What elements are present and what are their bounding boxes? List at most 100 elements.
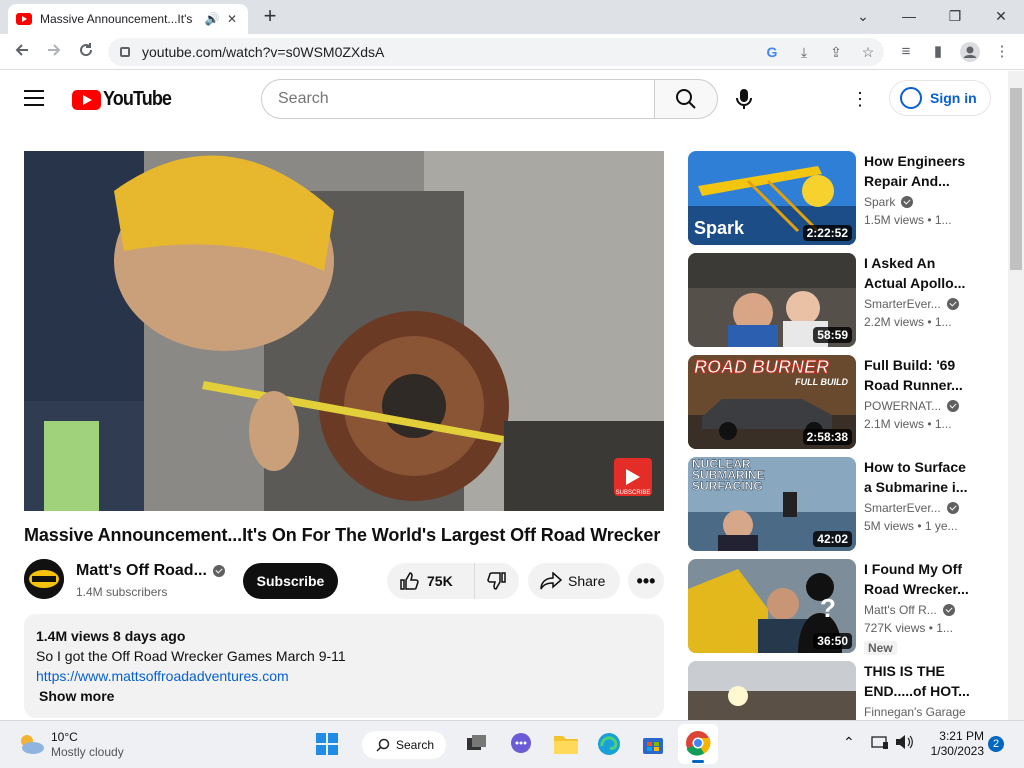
recommendation-channel[interactable]: Matt's Off R... (864, 603, 976, 617)
share-page-icon[interactable]: ⇪ (820, 44, 852, 61)
install-app-icon[interactable]: ⤓ (788, 44, 820, 61)
chrome-menu-icon[interactable]: ⋮ (988, 38, 1016, 66)
close-window-button[interactable]: ✕ (978, 2, 1024, 30)
new-tab-button[interactable]: + (258, 5, 282, 29)
share-label: Share (568, 573, 606, 589)
recommendation-item[interactable]: NUCLEAR SUBMARINE SURFACING 42:02 How to… (688, 457, 988, 551)
more-actions-button[interactable]: ••• (628, 563, 664, 599)
media-control-icon[interactable]: ≡ (892, 38, 920, 66)
bookmark-star-icon[interactable]: ☆ (852, 44, 884, 61)
video-duration: 36:50 (813, 633, 852, 649)
windows-start-icon[interactable] (315, 732, 341, 758)
search-button[interactable] (654, 79, 718, 119)
edge-browser-icon[interactable] (597, 732, 623, 758)
recommendation-title[interactable]: How Engineers Repair And... (864, 151, 974, 191)
like-button[interactable]: 75K (387, 563, 475, 599)
tab-close-icon[interactable]: ✕ (224, 12, 240, 26)
recommendation-channel[interactable]: Spark (864, 195, 976, 209)
clock-date: 1/30/2023 (930, 744, 984, 758)
recommendation-title[interactable]: How to Surface a Submarine i... (864, 457, 974, 497)
recommendation-title[interactable]: I Asked An Actual Apollo... (864, 253, 974, 293)
google-icon[interactable]: G (756, 44, 788, 60)
sign-in-button[interactable]: Sign in (889, 80, 991, 116)
task-view-icon[interactable] (464, 732, 490, 758)
description-link[interactable]: https://www.mattsoffroadadventures.com (36, 668, 289, 684)
channel-name[interactable]: Matt's Off Road... (76, 562, 225, 580)
youtube-logo[interactable]: YouTube (72, 88, 179, 111)
verified-badge-icon (946, 298, 959, 310)
back-arrow-icon (15, 44, 28, 56)
taskbar-clock[interactable]: 3:21 PM 1/30/2023 (922, 729, 984, 759)
thumbnail-overlay-text: ? (820, 593, 836, 623)
recommendation-item[interactable]: THIS IS THE END.....of HOT... Finnegan's… (688, 661, 988, 720)
recommendation-title[interactable]: Full Build: '69 Road Runner... (864, 355, 974, 395)
recommendation-item[interactable]: ROAD BURNER FULL BUILD 2:58:38 Full Buil… (688, 355, 988, 449)
recommendation-thumbnail[interactable] (688, 661, 856, 720)
forward-button[interactable] (40, 38, 68, 66)
show-more-button[interactable]: Show more (39, 686, 652, 706)
recommendation-thumbnail[interactable]: 58:59 (688, 253, 856, 347)
search-input[interactable] (261, 79, 655, 119)
channel-label: SmarterEver... (864, 297, 941, 311)
voice-search-button[interactable] (728, 83, 760, 115)
taskbar-search[interactable]: Search (362, 731, 446, 759)
recommendation-item[interactable]: ? 36:50 I Found My Off Road Wrecker... M… (688, 559, 988, 655)
reload-button[interactable] (72, 38, 100, 66)
verified-badge-icon (942, 604, 955, 616)
settings-menu-icon[interactable]: ⋮ (845, 87, 875, 111)
show-hidden-icons-chevron-icon[interactable]: ⌃ (843, 734, 855, 751)
address-bar[interactable]: youtube.com/watch?v=s0WSM0ZXdsA G ⤓ ⇪ ☆ (108, 38, 884, 66)
thumbs-up-icon (400, 572, 419, 590)
recommendation-thumbnail[interactable]: ROAD BURNER FULL BUILD 2:58:38 (688, 355, 856, 449)
back-button[interactable] (8, 38, 36, 66)
thumbnail-overlay-text: Spark (694, 218, 745, 238)
browser-tab[interactable]: Massive Announcement...It's 🔊 ✕ (8, 4, 248, 34)
recommendation-channel[interactable]: Finnegan's Garage (864, 705, 976, 719)
verified-badge-icon (947, 400, 960, 412)
recommendation-channel[interactable]: POWERNAT... (864, 399, 976, 413)
video-player[interactable]: SUBSCRIBE (24, 151, 664, 511)
url-text[interactable]: youtube.com/watch?v=s0WSM0ZXdsA (142, 44, 756, 60)
file-explorer-icon[interactable] (553, 732, 579, 758)
chrome-taskbar-button[interactable] (678, 724, 718, 764)
scrollbar-thumb[interactable] (1010, 88, 1022, 270)
hamburger-menu-icon[interactable] (24, 90, 44, 108)
profile-icon[interactable] (956, 38, 984, 66)
channel-avatar[interactable] (24, 559, 64, 599)
taskbar-search-label: Search (396, 738, 435, 752)
dislike-button[interactable] (475, 563, 519, 599)
recommendation-item[interactable]: Spark 2:22:52 How Engineers Repair And..… (688, 151, 988, 245)
clock-time: 3:21 PM (939, 729, 984, 743)
channel-label: POWERNAT... (864, 399, 942, 413)
recommendation-thumbnail[interactable]: NUCLEAR SUBMARINE SURFACING 42:02 (688, 457, 856, 551)
tab-search-button[interactable]: ⌄ (840, 2, 886, 30)
description-box[interactable]: 1.4M views 8 days ago So I got the Off R… (24, 614, 664, 718)
recommendation-thumbnail[interactable]: Spark 2:22:52 (688, 151, 856, 245)
recommendation-title[interactable]: THIS IS THE END.....of HOT... (864, 661, 974, 701)
recommendation-item[interactable]: 58:59 I Asked An Actual Apollo... Smarte… (688, 253, 988, 347)
recommendation-channel[interactable]: SmarterEver... (864, 501, 976, 515)
volume-icon[interactable] (895, 734, 913, 750)
lock-icon (120, 47, 130, 57)
notification-badge[interactable]: 2 (988, 736, 1004, 752)
recommendation-channel[interactable]: SmarterEver... (864, 297, 976, 311)
recommendation-thumbnail[interactable]: ? 36:50 (688, 559, 856, 653)
share-button[interactable]: Share (528, 563, 620, 599)
minimize-button[interactable]: — (886, 2, 932, 30)
channel-label: SmarterEver... (864, 501, 941, 515)
channel-label: Spark (864, 195, 896, 209)
microsoft-store-icon[interactable] (641, 732, 667, 758)
weather-icon[interactable] (16, 731, 46, 757)
audio-playing-icon[interactable]: 🔊 (204, 12, 220, 26)
network-icon[interactable] (871, 734, 889, 750)
like-dislike-group: 75K (387, 563, 519, 599)
recommendation-title[interactable]: I Found My Off Road Wrecker... (864, 559, 974, 599)
chat-icon[interactable] (509, 732, 535, 758)
recommendation-meta: 5M views • 1 ye... (864, 519, 958, 533)
verified-badge-icon (901, 196, 914, 208)
restore-button[interactable]: ❐ (932, 2, 978, 30)
weather-widget[interactable]: 10°C Mostly cloudy (51, 730, 124, 760)
subscribe-button[interactable]: Subscribe (243, 563, 338, 599)
side-panel-icon[interactable]: ▮ (924, 38, 952, 66)
verified-badge-icon (212, 565, 225, 577)
